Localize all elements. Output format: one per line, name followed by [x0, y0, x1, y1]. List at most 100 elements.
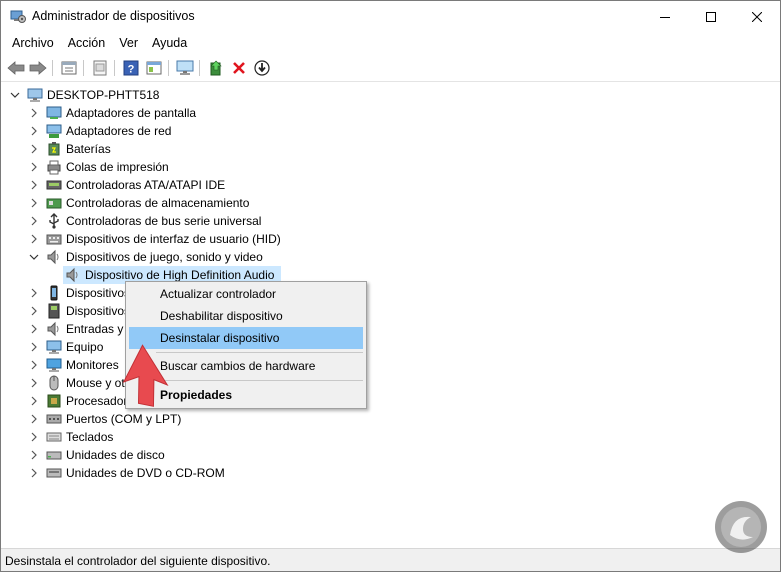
chevron-right-icon[interactable]: [29, 180, 39, 190]
speaker-icon: [47, 249, 59, 265]
tree-item-label: Puertos (COM y LPT): [66, 412, 182, 426]
uninstall-x-icon[interactable]: [229, 58, 249, 78]
chevron-down-icon[interactable]: [10, 90, 20, 100]
tree-item[interactable]: Dispositivos de juego, sonido y video: [1, 248, 401, 266]
tree-item[interactable]: Unidades de DVD o CD-ROM: [1, 464, 401, 482]
chevron-right-icon[interactable]: [29, 396, 39, 406]
title-bar: Administrador de dispositivos: [1, 1, 780, 32]
chevron-right-icon[interactable]: [29, 234, 39, 244]
device-manager-icon: [10, 8, 26, 24]
tree-item-label: Adaptadores de red: [66, 124, 172, 138]
close-button[interactable]: [734, 1, 780, 32]
menu-archivo[interactable]: Archivo: [5, 33, 61, 53]
chevron-right-icon[interactable]: [29, 342, 39, 352]
help-icon[interactable]: ?: [121, 58, 141, 78]
toolbar: ?: [1, 54, 780, 82]
tree-item[interactable]: Controladoras ATA/ATAPI IDE: [1, 176, 401, 194]
port-icon: [46, 414, 62, 424]
chevron-right-icon[interactable]: [29, 414, 39, 424]
forward-arrow-icon[interactable]: [28, 58, 48, 78]
tree-item[interactable]: Baterías: [1, 140, 401, 158]
hid-icon: [46, 234, 62, 245]
menu-accion[interactable]: Acción: [61, 33, 113, 53]
tree-item[interactable]: Controladoras de bus serie universal: [1, 212, 401, 230]
ctx-disable-device[interactable]: Deshabilitar dispositivo: [129, 305, 363, 327]
tree-item-label: Controladoras de almacenamiento: [66, 196, 250, 210]
chevron-right-icon[interactable]: [29, 378, 39, 388]
window-title: Administrador de dispositivos: [32, 9, 195, 23]
toolbar-separator: [52, 60, 53, 76]
network-adapter-icon: [46, 124, 62, 138]
menu-ver[interactable]: Ver: [112, 33, 145, 53]
chevron-right-icon[interactable]: [29, 144, 39, 154]
tree-item[interactable]: Puertos (COM y LPT): [1, 410, 401, 428]
mouse-icon: [49, 375, 59, 391]
tree-item[interactable]: Controladoras de almacenamiento: [1, 194, 401, 212]
back-arrow-icon[interactable]: [6, 58, 26, 78]
tree-root-label: DESKTOP-PHTT518: [47, 88, 160, 102]
chevron-right-icon[interactable]: [29, 288, 39, 298]
update-driver-icon[interactable]: [206, 58, 226, 78]
device-manager-window: Administrador de dispositivos Archivo Ac…: [0, 0, 781, 572]
tree-item-label: Adaptadores de pantalla: [66, 106, 197, 120]
chevron-right-icon[interactable]: [29, 108, 39, 118]
tree-item[interactable]: Adaptadores de pantalla: [1, 104, 401, 122]
chevron-right-icon[interactable]: [29, 450, 39, 460]
software-device-icon: [48, 303, 60, 319]
storage-controller-icon: [46, 198, 62, 209]
svg-text:?: ?: [128, 64, 135, 76]
chevron-right-icon[interactable]: [29, 216, 39, 226]
chevron-right-icon[interactable]: [29, 468, 39, 478]
toolbar-separator: [114, 60, 115, 76]
speaker-icon: [66, 267, 78, 283]
tree-item[interactable]: Teclados: [1, 428, 401, 446]
chevron-right-icon[interactable]: [29, 198, 39, 208]
audio-io-icon: [47, 321, 59, 337]
tree-item[interactable]: Unidades de disco: [1, 446, 401, 464]
watermark-logo-icon: [715, 501, 767, 553]
chevron-right-icon[interactable]: [29, 360, 39, 370]
tree-item[interactable]: Adaptadores de red: [1, 122, 401, 140]
tree-item-label: Unidades de disco: [66, 448, 165, 462]
download-icon[interactable]: [252, 58, 272, 78]
tree-item-label: Teclados: [66, 430, 114, 444]
menu-ayuda[interactable]: Ayuda: [145, 33, 194, 53]
status-text: Desinstala el controlador del siguiente …: [5, 554, 271, 568]
keyboard-icon: [46, 432, 62, 442]
tree-item-label: Colas de impresión: [66, 160, 169, 174]
tree-item-label: Controladoras de bus serie universal: [66, 214, 262, 228]
status-bar: Desinstala el controlador del siguiente …: [1, 548, 780, 571]
tree-item-label: Dispositivos de juego, sonido y video: [66, 250, 263, 264]
monitor-icon: [46, 358, 62, 372]
ide-controller-icon: [46, 180, 62, 190]
minimize-button[interactable]: [642, 1, 688, 32]
ctx-update-driver[interactable]: Actualizar controlador: [129, 283, 363, 305]
chevron-right-icon[interactable]: [29, 162, 39, 172]
usb-icon: [49, 213, 59, 229]
tree-item[interactable]: Dispositivos de interfaz de usuario (HID…: [1, 230, 401, 248]
toolbar-separator: [83, 60, 84, 76]
tree-item-label: Controladoras ATA/ATAPI IDE: [66, 178, 226, 192]
chevron-right-icon[interactable]: [29, 324, 39, 334]
dvd-drive-icon: [46, 468, 62, 478]
tree-item[interactable]: Colas de impresión: [1, 158, 401, 176]
properties-icon[interactable]: [59, 58, 79, 78]
phone-icon: [50, 285, 58, 301]
tree-item-label: Dispositivos de interfaz de usuario (HID…: [66, 232, 281, 246]
tree-item-label: Mouse y ot: [66, 376, 125, 390]
chevron-right-icon[interactable]: [29, 126, 39, 136]
battery-icon: [48, 142, 60, 156]
tree-item-label: Baterías: [66, 142, 111, 156]
chevron-down-icon[interactable]: [29, 252, 39, 262]
monitor-scan-icon[interactable]: [175, 58, 195, 78]
chevron-right-icon[interactable]: [29, 432, 39, 442]
tree-item-label: Equipo: [66, 340, 104, 354]
chevron-right-icon[interactable]: [29, 306, 39, 316]
tree-root[interactable]: DESKTOP-PHTT518: [1, 86, 301, 104]
tree-item-label: Monitores: [66, 358, 119, 372]
show-hidden-icon[interactable]: [144, 58, 164, 78]
device-tree: DESKTOP-PHTT518 Adaptadores de pantalla …: [1, 83, 780, 547]
disk-drive-icon: [46, 451, 62, 460]
view-icon[interactable]: [90, 58, 110, 78]
maximize-button[interactable]: [688, 1, 734, 32]
